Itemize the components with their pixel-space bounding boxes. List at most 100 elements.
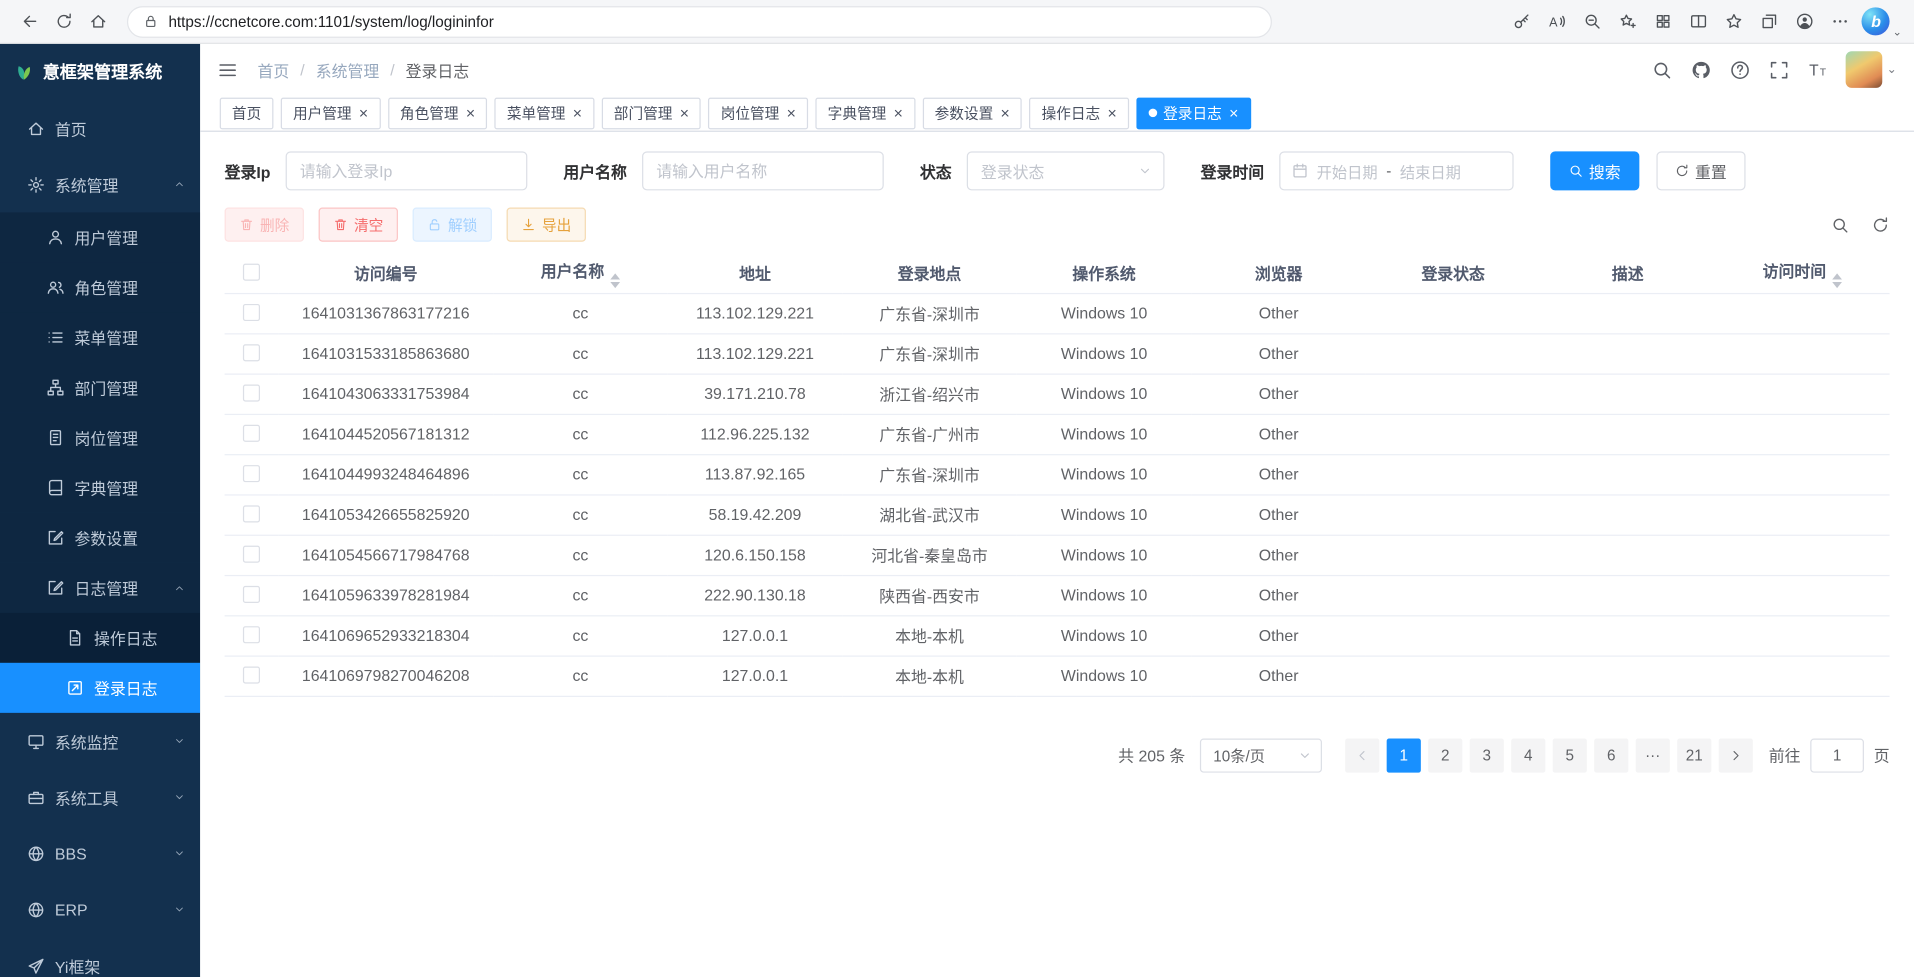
more-icon[interactable]: [1824, 4, 1856, 38]
search-icon[interactable]: [1651, 59, 1672, 80]
row-checkbox[interactable]: [243, 344, 260, 361]
status-select[interactable]: 登录状态: [966, 151, 1164, 190]
sidebar-item-system-mgmt[interactable]: 系统管理: [0, 156, 200, 212]
tab-post-mgmt[interactable]: 岗位管理×: [709, 97, 809, 129]
username-input[interactable]: [642, 151, 884, 190]
search-button[interactable]: 搜索: [1550, 151, 1639, 190]
browser-refresh-button[interactable]: [46, 4, 80, 38]
date-range-picker[interactable]: 开始日期 - 结束日期: [1279, 151, 1513, 190]
sidebar-item-system-monitor[interactable]: 系统监控: [0, 713, 200, 769]
row-checkbox[interactable]: [243, 304, 260, 321]
sidebar-item-log-mgmt[interactable]: 日志管理: [0, 563, 200, 613]
sidebar-item-home[interactable]: 首页: [0, 100, 200, 156]
tab-role-mgmt[interactable]: 角色管理×: [388, 97, 488, 129]
sidebar-item-bbs[interactable]: BBS: [0, 825, 200, 881]
sort-caret-icon[interactable]: [610, 273, 620, 288]
column-header[interactable]: 访问时间: [1715, 254, 1890, 293]
row-checkbox[interactable]: [243, 546, 260, 563]
key-icon[interactable]: [1506, 4, 1538, 38]
delete-button[interactable]: 删除: [225, 208, 304, 242]
page-button-4[interactable]: 4: [1511, 738, 1545, 772]
breadcrumb-item[interactable]: 首页: [258, 58, 290, 81]
row-checkbox[interactable]: [243, 666, 260, 683]
close-icon[interactable]: ×: [1108, 105, 1117, 121]
address-bar[interactable]: https://ccnetcore.com:1101/system/log/lo…: [127, 5, 1272, 37]
sidebar-item-yi-framework[interactable]: Yi框架: [0, 937, 200, 977]
tab-operation-log[interactable]: 操作日志×: [1029, 97, 1129, 129]
tab-menu-mgmt[interactable]: 菜单管理×: [495, 97, 595, 129]
extensions-icon[interactable]: [1647, 4, 1679, 38]
sidebar-item-dict-mgmt[interactable]: 字典管理: [0, 463, 200, 513]
avatar-caret-icon[interactable]: ⌄: [1887, 63, 1897, 76]
unlock-button[interactable]: 解锁: [413, 208, 492, 242]
copilot-icon[interactable]: b: [1862, 7, 1890, 35]
profile-icon[interactable]: [1789, 4, 1821, 38]
sidebar-item-erp[interactable]: ERP: [0, 881, 200, 937]
sort-caret-icon[interactable]: [1832, 273, 1842, 288]
row-checkbox[interactable]: [243, 505, 260, 522]
sidebar-item-param-settings[interactable]: 参数设置: [0, 513, 200, 563]
tab-user-mgmt[interactable]: 用户管理×: [281, 97, 381, 129]
row-checkbox[interactable]: [243, 465, 260, 482]
sidebar-item-menu-mgmt[interactable]: 菜单管理: [0, 312, 200, 362]
browser-back-button[interactable]: [12, 4, 46, 38]
font-size-icon[interactable]: TT: [1807, 59, 1828, 80]
sidebar-item-system-tools[interactable]: 系统工具: [0, 769, 200, 825]
github-icon[interactable]: [1690, 59, 1711, 80]
refresh-icon[interactable]: [1871, 215, 1889, 233]
sidebar-item-user-mgmt[interactable]: 用户管理: [0, 212, 200, 262]
next-page-button[interactable]: [1719, 738, 1753, 772]
browser-home-button[interactable]: [81, 4, 115, 38]
row-checkbox[interactable]: [243, 586, 260, 603]
row-checkbox[interactable]: [243, 626, 260, 643]
page-button-21[interactable]: 21: [1677, 738, 1711, 772]
star-plus-icon[interactable]: [1612, 4, 1644, 38]
question-icon[interactable]: [1729, 59, 1750, 80]
prev-page-button[interactable]: [1345, 738, 1379, 772]
split-screen-icon[interactable]: [1683, 4, 1715, 38]
collections-icon[interactable]: [1753, 4, 1785, 38]
page-button-6[interactable]: 6: [1594, 738, 1628, 772]
close-icon[interactable]: ×: [1229, 105, 1238, 121]
clear-button[interactable]: 清空: [319, 208, 398, 242]
fullscreen-icon[interactable]: [1768, 59, 1789, 80]
row-checkbox[interactable]: [243, 385, 260, 402]
column-header[interactable]: 用户名称: [493, 254, 668, 293]
close-icon[interactable]: ×: [787, 105, 796, 121]
copilot-caret-icon[interactable]: ⌄: [1893, 26, 1902, 43]
sidebar-item-login-log[interactable]: 登录日志: [0, 663, 200, 713]
read-aloud-icon[interactable]: A: [1541, 4, 1573, 38]
page-button-3[interactable]: 3: [1470, 738, 1504, 772]
tab-login-log[interactable]: 登录日志×: [1136, 97, 1250, 129]
close-icon[interactable]: ×: [680, 105, 689, 121]
search-icon[interactable]: [1831, 215, 1849, 233]
export-button[interactable]: 导出: [507, 208, 586, 242]
avatar[interactable]: [1845, 51, 1882, 88]
login-ip-input[interactable]: [285, 151, 527, 190]
close-icon[interactable]: ×: [359, 105, 368, 121]
tab-param-settings[interactable]: 参数设置×: [922, 97, 1022, 129]
close-icon[interactable]: ×: [466, 105, 475, 121]
select-all-checkbox[interactable]: [243, 264, 260, 281]
star-icon[interactable]: [1718, 4, 1750, 38]
row-checkbox[interactable]: [243, 425, 260, 442]
sidebar-item-dept-mgmt[interactable]: 部门管理: [0, 363, 200, 413]
tab-dict-mgmt[interactable]: 字典管理×: [815, 97, 915, 129]
pager-ellipsis[interactable]: ···: [1636, 738, 1670, 772]
reset-button[interactable]: 重置: [1656, 151, 1745, 190]
lock-icon[interactable]: [143, 13, 159, 29]
tab-home[interactable]: 首页: [220, 97, 274, 129]
close-icon[interactable]: ×: [573, 105, 582, 121]
page-button-1[interactable]: 1: [1387, 738, 1421, 772]
close-icon[interactable]: ×: [1001, 105, 1010, 121]
sidebar-item-role-mgmt[interactable]: 角色管理: [0, 262, 200, 312]
sidebar-item-post-mgmt[interactable]: 岗位管理: [0, 413, 200, 463]
page-size-select[interactable]: 10条/页: [1200, 738, 1322, 772]
close-icon[interactable]: ×: [894, 105, 903, 121]
collapse-sidebar-button[interactable]: [217, 59, 238, 80]
page-button-5[interactable]: 5: [1553, 738, 1587, 772]
breadcrumb-item[interactable]: 系统管理: [316, 58, 379, 81]
page-button-2[interactable]: 2: [1428, 738, 1462, 772]
sidebar-item-operation-log[interactable]: 操作日志: [0, 613, 200, 663]
page-jump-input[interactable]: [1810, 738, 1864, 772]
